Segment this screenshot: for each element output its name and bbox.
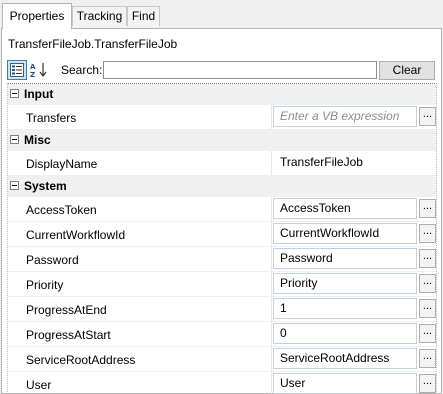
ellipsis-button[interactable]: ... bbox=[419, 249, 436, 268]
property-value-input[interactable]: User bbox=[273, 373, 417, 394]
property-value-input[interactable]: TransferFileJob bbox=[273, 152, 417, 173]
ellipsis-button[interactable]: ... bbox=[419, 274, 436, 293]
search-input[interactable] bbox=[103, 61, 377, 79]
tab-tracking[interactable]: Tracking bbox=[72, 6, 127, 26]
property-row-currentworkflowid: CurrentWorkflowId CurrentWorkflowId ... bbox=[8, 222, 436, 247]
svg-text:A: A bbox=[30, 63, 36, 71]
property-row-user: User User ... bbox=[8, 372, 436, 394]
property-row-accesstoken: AccessToken AccessToken ... bbox=[8, 197, 436, 222]
categorized-view-button[interactable] bbox=[7, 60, 27, 80]
categorized-view-icon bbox=[10, 63, 24, 77]
toolbar: A Z Search: Clear bbox=[2, 59, 441, 83]
ellipsis-button[interactable]: ... bbox=[419, 324, 436, 343]
object-title: TransferFileJob.TransferFileJob bbox=[8, 37, 178, 51]
search-label: Search: bbox=[61, 63, 103, 77]
category-input[interactable]: Input bbox=[8, 84, 436, 105]
ellipsis-button[interactable]: ... bbox=[419, 299, 436, 318]
category-label: Misc bbox=[24, 133, 51, 147]
property-name: ProgressAtEnd bbox=[26, 303, 107, 317]
alphabetical-sort-icon: A Z bbox=[30, 63, 47, 78]
ellipsis-button[interactable]: ... bbox=[419, 349, 436, 368]
property-name: ServiceRootAddress bbox=[26, 353, 136, 367]
property-name: Priority bbox=[26, 278, 64, 292]
category-misc[interactable]: Misc bbox=[8, 130, 436, 151]
ellipsis-button[interactable]: ... bbox=[419, 199, 436, 218]
property-name: CurrentWorkflowId bbox=[26, 228, 126, 242]
collapse-icon[interactable] bbox=[10, 135, 19, 144]
property-name: User bbox=[26, 378, 52, 392]
property-grid: Input Transfers Enter a VB expression ..… bbox=[7, 83, 437, 394]
property-name: Password bbox=[26, 253, 79, 267]
property-row-password: Password Password ... bbox=[8, 247, 436, 272]
collapse-icon[interactable] bbox=[10, 89, 19, 98]
property-name: ProgressAtStart bbox=[26, 328, 111, 342]
property-name: Transfers bbox=[26, 111, 77, 125]
category-label: Input bbox=[24, 87, 54, 101]
property-value-input[interactable]: CurrentWorkflowId bbox=[273, 223, 417, 244]
property-value-input[interactable]: ServiceRootAddress bbox=[273, 348, 417, 369]
property-value-input[interactable]: 0 bbox=[273, 323, 417, 344]
property-value-input[interactable]: 1 bbox=[273, 298, 417, 319]
collapse-icon[interactable] bbox=[10, 181, 19, 190]
properties-panel: TransferFileJob.TransferFileJob A Z Sear… bbox=[1, 28, 442, 394]
property-value-input[interactable]: AccessToken bbox=[273, 198, 417, 219]
tab-strip: Properties Tracking Find bbox=[0, 0, 443, 29]
clear-button[interactable]: Clear bbox=[379, 61, 435, 80]
property-row-progressatstart: ProgressAtStart 0 ... bbox=[8, 322, 436, 347]
alphabetical-sort-button[interactable]: A Z bbox=[29, 60, 49, 80]
property-row-progressatend: ProgressAtEnd 1 ... bbox=[8, 297, 436, 322]
tab-find[interactable]: Find bbox=[127, 6, 160, 26]
ellipsis-button[interactable]: ... bbox=[419, 224, 436, 243]
property-row-displayname: DisplayName TransferFileJob bbox=[8, 151, 436, 176]
ellipsis-button[interactable]: ... bbox=[419, 107, 436, 126]
property-row-priority: Priority Priority ... bbox=[8, 272, 436, 297]
property-row-servicerootaddress: ServiceRootAddress ServiceRootAddress ..… bbox=[8, 347, 436, 372]
property-name: AccessToken bbox=[26, 203, 97, 217]
property-row-transfers: Transfers Enter a VB expression ... bbox=[8, 105, 436, 130]
category-label: System bbox=[24, 179, 67, 193]
property-value-input[interactable]: Password bbox=[273, 248, 417, 269]
tab-properties[interactable]: Properties bbox=[2, 3, 72, 29]
property-name: DisplayName bbox=[26, 157, 98, 171]
category-system[interactable]: System bbox=[8, 176, 436, 197]
ellipsis-button[interactable]: ... bbox=[419, 374, 436, 393]
property-value-input[interactable]: Enter a VB expression bbox=[273, 106, 417, 127]
property-value-input[interactable]: Priority bbox=[273, 273, 417, 294]
svg-text:Z: Z bbox=[30, 71, 35, 78]
